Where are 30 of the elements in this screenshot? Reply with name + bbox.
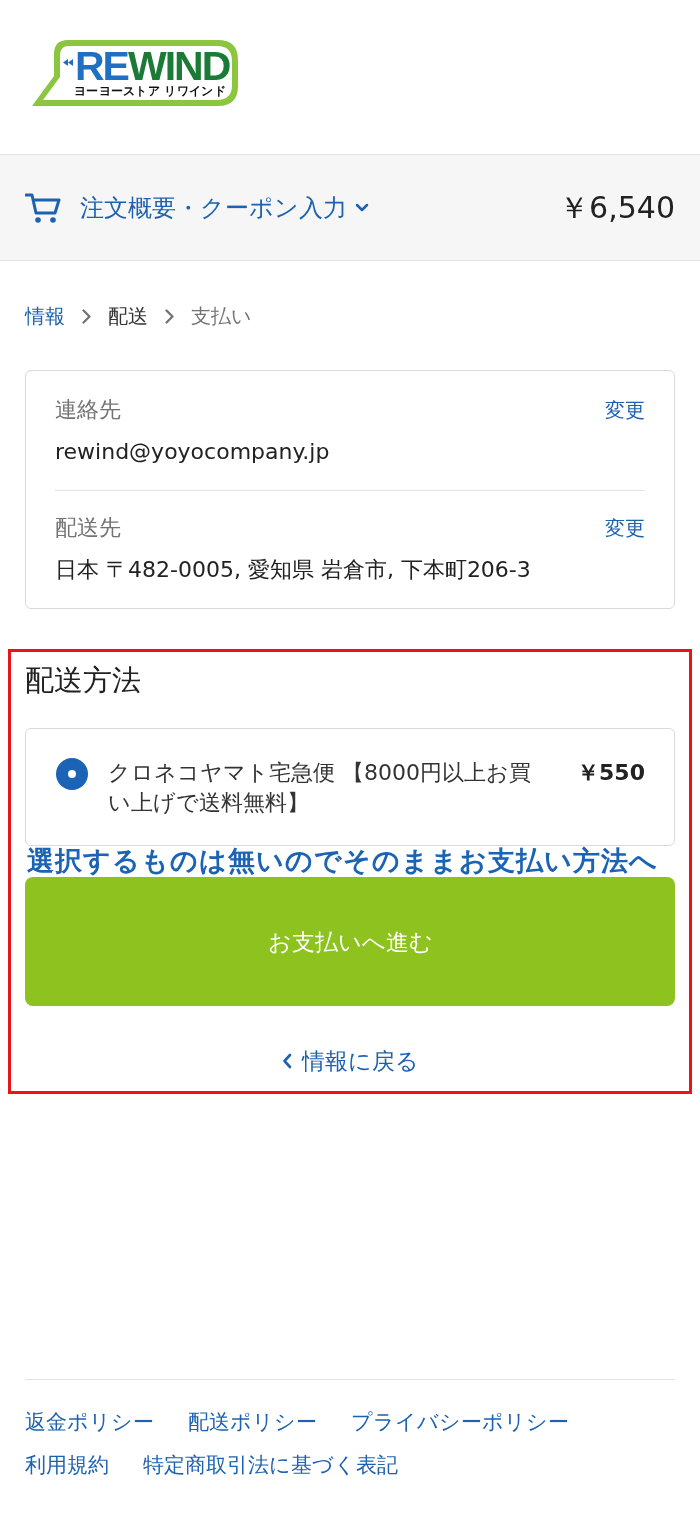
chevron-right-icon — [165, 308, 174, 324]
annotation-note: 選択するものは無いのでそのままお支払い方法へ — [26, 846, 659, 876]
order-summary-toggle[interactable]: 注文概要・クーポン入力 — [25, 191, 369, 224]
option-label: クロネコヤマト宅急便 【8000円以上お買い上げで送料無料】 — [108, 759, 532, 817]
footer-link[interactable]: 利用規約 — [25, 1451, 109, 1479]
logo-wordmark: REWIND — [75, 47, 230, 85]
chevron-right-icon — [82, 308, 91, 324]
radio-button[interactable] — [56, 758, 88, 790]
cart-icon — [25, 191, 61, 224]
review-value: 日本 〒482-0005, 愛知県 岩倉市, 下本町206-3 — [55, 556, 532, 584]
review-label: 連絡先 — [55, 396, 121, 424]
breadcrumb-current: 配送 — [108, 303, 148, 330]
breadcrumb-step: 支払い — [191, 302, 251, 330]
review-label: 配送先 — [55, 514, 121, 542]
back-link[interactable]: 情報に戻る — [281, 1046, 419, 1076]
option-price: ￥550 — [577, 759, 645, 787]
review-value: rewind@yoyocompany.jp — [55, 438, 331, 466]
footer-link[interactable]: 特定商取引法に基づく表記 — [143, 1451, 398, 1479]
rewind-icon — [63, 59, 73, 66]
change-link[interactable]: 変更 — [605, 396, 645, 424]
chevron-left-icon — [281, 1053, 292, 1069]
logo-tagline: ヨーヨーストア リワインド — [74, 85, 226, 98]
breadcrumb-link[interactable]: 情報 — [25, 302, 65, 330]
footer-link[interactable]: 配送ポリシー — [188, 1408, 317, 1436]
change-link[interactable]: 変更 — [605, 514, 645, 542]
section-heading: 配送方法 — [25, 662, 142, 698]
footer-link[interactable]: プライバシーポリシー — [351, 1408, 569, 1436]
shipping-option[interactable]: クロネコヤマト宅急便 【8000円以上お買い上げで送料無料】 ￥550 — [25, 728, 675, 846]
footer-link[interactable]: 返金ポリシー — [25, 1408, 154, 1436]
order-total: ￥6,540 — [559, 189, 675, 226]
